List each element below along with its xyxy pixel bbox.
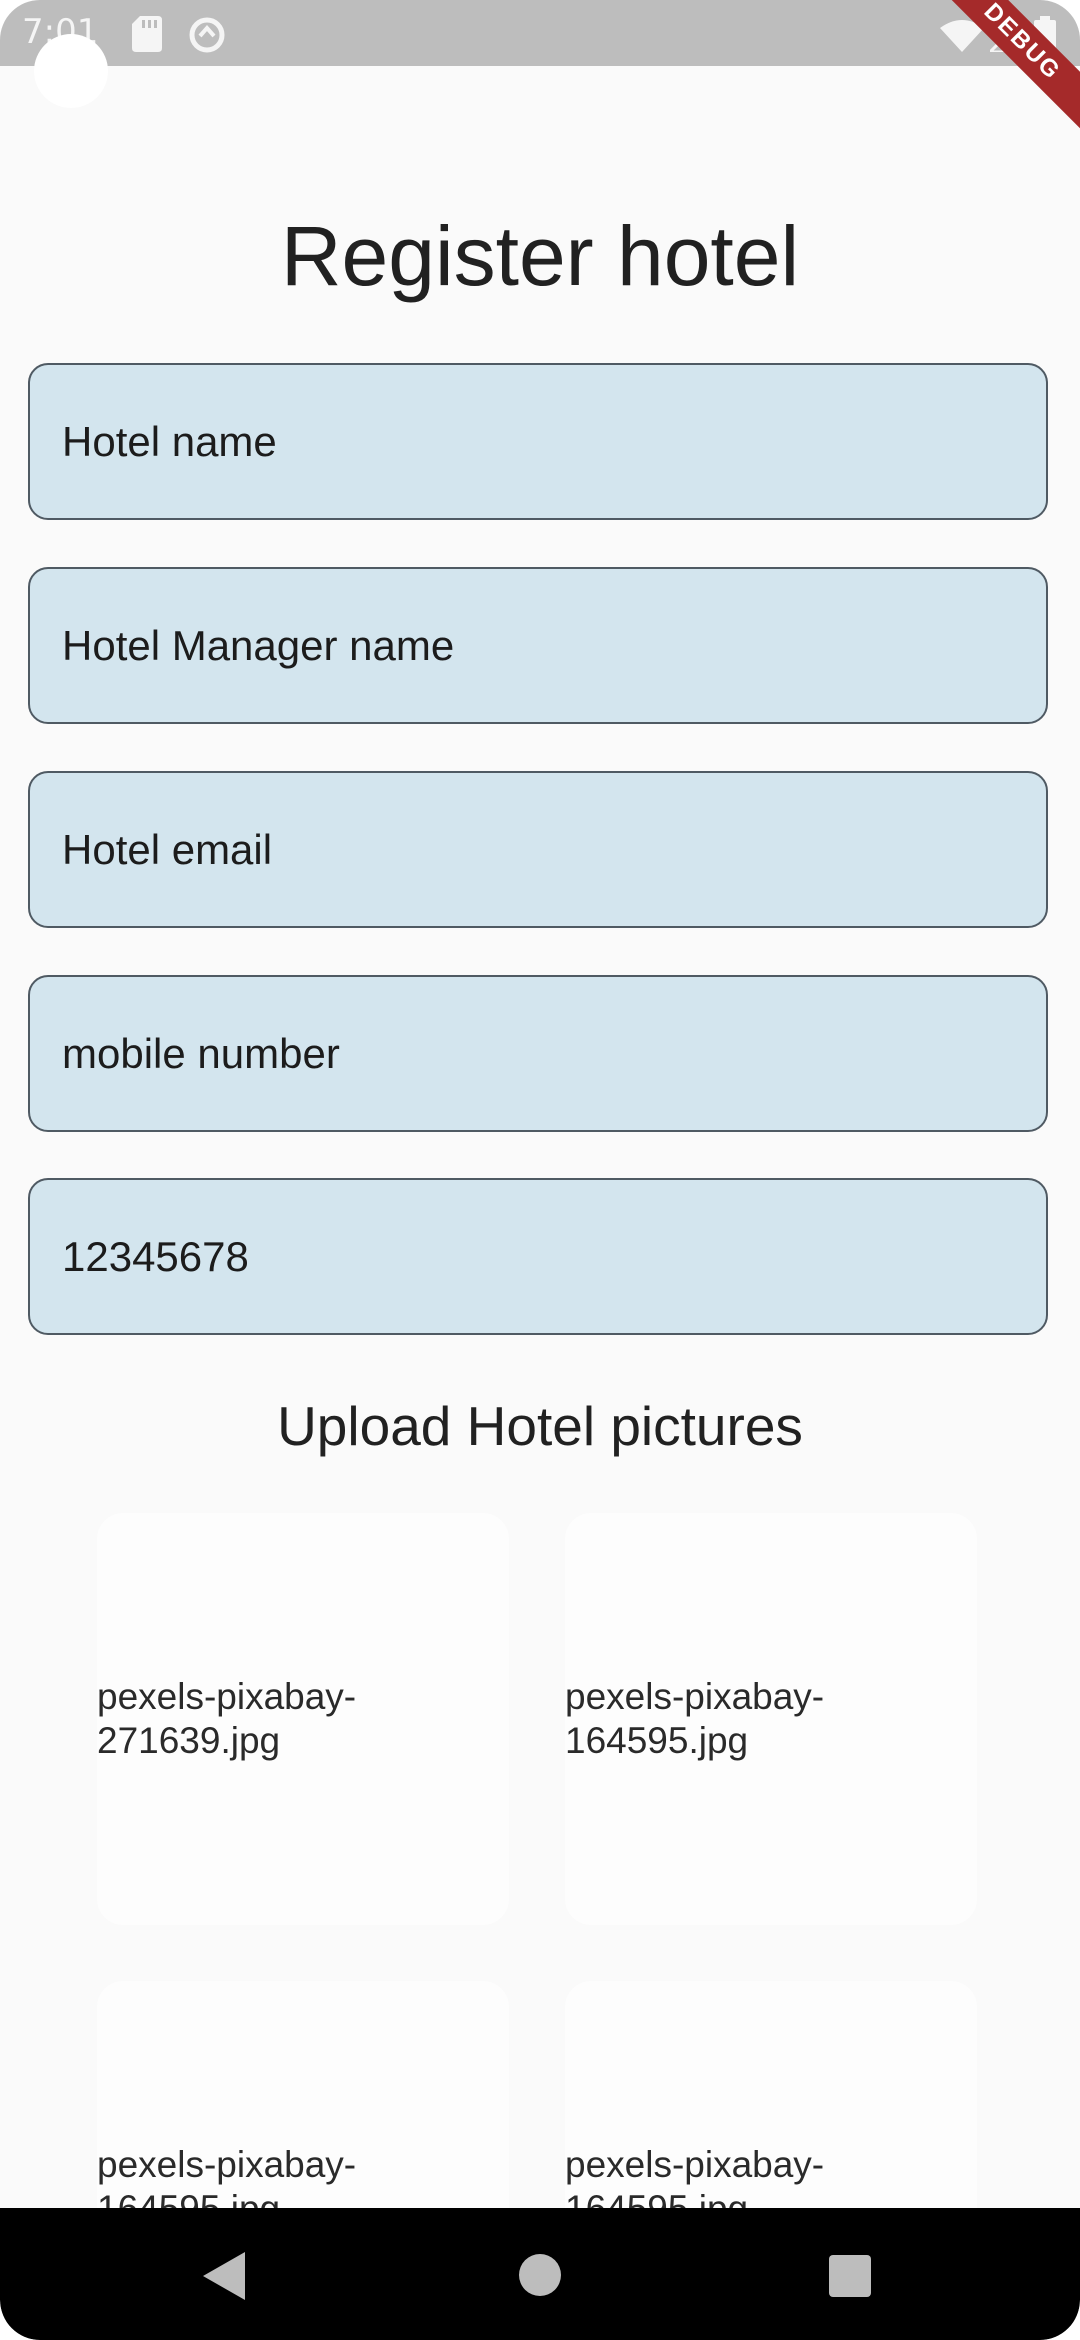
- hotel-email-placeholder: Hotel email: [62, 825, 273, 873]
- mobile-number-field[interactable]: mobile number: [28, 975, 1048, 1132]
- manager-name-placeholder: Hotel Manager name: [62, 621, 455, 669]
- camera-cutout: [34, 34, 108, 108]
- upload-pictures-title: Upload Hotel pictures: [277, 1395, 803, 1457]
- password-value: 12345678: [62, 1232, 249, 1280]
- home-icon[interactable]: [518, 2253, 562, 2297]
- hotel-name-field[interactable]: Hotel name: [28, 363, 1048, 520]
- hotel-name-placeholder: Hotel name: [62, 417, 277, 465]
- navigation-bar: [0, 2208, 1080, 2340]
- app-screen: 7:01 DEBUG Register hotel Hotel name Hot…: [0, 0, 1080, 2340]
- sd-card-icon: [132, 16, 162, 52]
- manager-name-field[interactable]: Hotel Manager name: [28, 567, 1048, 724]
- mobile-number-placeholder: mobile number: [62, 1029, 340, 1077]
- password-field[interactable]: 12345678: [28, 1178, 1048, 1335]
- picture-card[interactable]: pexels-pixabay-271639.jpg: [97, 1513, 509, 1925]
- status-bar: 7:01: [0, 0, 1080, 66]
- picture-filename: pexels-pixabay-164595.jpg: [565, 1676, 825, 1761]
- page-title: Register hotel: [280, 209, 800, 303]
- hotel-email-field[interactable]: Hotel email: [28, 771, 1048, 928]
- picture-filename: pexels-pixabay-271639.jpg: [97, 1676, 357, 1761]
- picture-card[interactable]: pexels-pixabay-164595.jpg: [565, 1513, 977, 1925]
- back-icon[interactable]: [203, 2252, 245, 2300]
- recents-icon[interactable]: [829, 2255, 871, 2297]
- data-saver-icon: [189, 17, 225, 53]
